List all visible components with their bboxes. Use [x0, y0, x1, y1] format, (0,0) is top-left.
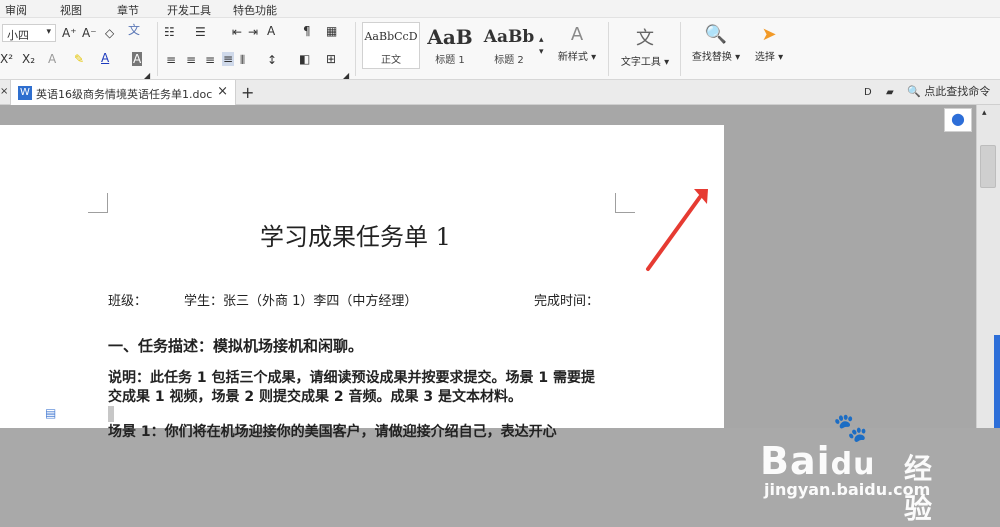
bullets-icon[interactable]: ☷ [164, 26, 175, 38]
align-right-icon[interactable]: ≡ [205, 54, 215, 66]
align-left-icon[interactable]: ≡ [166, 54, 176, 66]
menu-view[interactable]: 视图 [60, 2, 82, 18]
font-color-icon[interactable]: A [101, 52, 109, 64]
select-label: 选择 [754, 52, 775, 63]
crop-mark-top-right [615, 193, 635, 213]
outdent-icon[interactable]: ⇥ [248, 26, 258, 38]
phonetic-guide-icon[interactable]: 文 [128, 24, 140, 36]
document-title: 学习成果任务单 1 [260, 223, 451, 251]
menu-bar: 审阅 视图 章节 开发工具 特色功能 [0, 0, 1000, 18]
select-button[interactable]: ➤ 选择 ▾ [750, 24, 788, 72]
font-size-value: 小四 [7, 29, 29, 42]
line-spacing-icon[interactable]: ↕ [267, 54, 277, 66]
clear-format-icon[interactable]: ◇ [105, 27, 114, 39]
description-line-2: 交成果 1 视频，场景 2 则提交成果 2 音频。成果 3 是文本材料。 [108, 389, 522, 405]
decrease-font-icon[interactable]: A⁻ [82, 27, 97, 39]
baidu-brand: Baidu [760, 439, 876, 483]
style-normal[interactable]: AaBbCcD 正文 [362, 22, 420, 69]
document-canvas: 学习成果任务单 1 班级： 学生：张三（外商 1）李四（中方经理） 完成时间： … [0, 105, 1000, 525]
text-cursor-caret [108, 406, 114, 422]
styles-scroll-icon[interactable]: ▴ ▾ [539, 34, 544, 58]
side-panel-toggle[interactable] [994, 335, 1000, 428]
increase-font-icon[interactable]: A⁺ [62, 27, 77, 39]
document-tab-label: 英语16级商务情境英语任务单1.doc [36, 88, 213, 101]
shading-icon[interactable]: ◧ [299, 53, 310, 65]
command-search-hint: 点此查找命令 [924, 85, 991, 98]
style-heading-2-preview: AaBb [483, 27, 535, 47]
chevron-down-icon: ▾ [46, 27, 51, 37]
table-grid-icon[interactable]: ▦ [326, 25, 337, 37]
highlight-icon[interactable]: ✎ [74, 53, 84, 65]
menu-developer-tools[interactable]: 开发工具 [167, 2, 211, 18]
distributed-icon[interactable]: ⫴ [240, 54, 245, 66]
document-tab-bar: × W 英语16级商务情境英语任务单1.doc × + D ▰ 🔍 点此查找命令 [0, 80, 1000, 105]
paragraph-mark-icon[interactable]: ¶ [303, 25, 311, 37]
text-tools-button[interactable]: 文 文字工具 ▾ [614, 24, 676, 72]
page-layout-icon[interactable]: ▤ [45, 406, 56, 420]
find-replace-label: 查找替换 [691, 52, 732, 63]
baidu-experience-label: 经验 [904, 452, 933, 525]
crop-mark-top-left [88, 193, 108, 213]
section-heading: 一、任务描述：模拟机场接机和闲聊。 [108, 337, 364, 355]
style-normal-preview: AaBbCcD [364, 30, 418, 43]
style-heading-1-preview: AaB [427, 25, 473, 49]
cursor-icon: ➤ [761, 24, 777, 45]
new-style-icon: A [570, 24, 584, 45]
menu-special-features[interactable]: 特色功能 [233, 2, 277, 18]
text-effect-icon[interactable]: A [48, 53, 56, 65]
search-icon: 🔍 [907, 85, 921, 98]
scroll-thumb[interactable] [980, 145, 996, 188]
finish-time-label: 完成时间： [534, 294, 600, 309]
task-window-icon[interactable]: ▰ [886, 87, 894, 99]
document-tab[interactable]: W 英语16级商务情境英语任务单1.doc × [10, 80, 236, 105]
text-tools-label: 文字工具 [620, 57, 661, 68]
style-heading-1-label: 标题 1 [435, 55, 465, 66]
command-search[interactable]: 🔍 点此查找命令 [907, 83, 997, 101]
numbering-icon[interactable]: ☰ [195, 26, 206, 38]
new-tab-icon[interactable]: + [241, 83, 254, 102]
style-heading-2-label: 标题 2 [494, 55, 524, 66]
subscript-icon[interactable]: X₂ [22, 53, 35, 65]
close-tab-icon[interactable]: × [217, 84, 228, 99]
menu-review[interactable]: 审阅 [5, 2, 27, 18]
text-tools-icon: 文 [636, 28, 654, 49]
ribbon: 小四 ▾ A⁺ A⁻ ◇ 文 X² X₂ A ✎ A A ☷ ☰ ⇤ ⇥ A ¶… [0, 18, 1000, 80]
scroll-up-icon[interactable]: ▴ [982, 108, 987, 118]
description-line-1: 说明：此任务 1 包括三个成果，请细读预设成果并按要求提交。场景 1 需要提 [108, 370, 595, 386]
justify-icon[interactable]: ≡ [222, 52, 235, 66]
word-document-icon: W [18, 86, 32, 100]
font-size-select[interactable]: 小四 ▾ [2, 24, 56, 42]
location-pin-icon: ● [951, 109, 965, 128]
student-label: 学生：张三（外商 1）李四（中方经理） [184, 294, 418, 309]
menu-chapter[interactable]: 章节 [117, 2, 139, 18]
indent-icon[interactable]: ⇤ [232, 26, 242, 38]
class-label: 班级： [108, 294, 148, 309]
new-style-label: 新样式 [557, 52, 588, 63]
character-shading-icon[interactable]: A [132, 52, 143, 66]
document-page[interactable]: 学习成果任务单 1 班级： 学生：张三（外商 1）李四（中方经理） 完成时间： … [0, 125, 724, 440]
align-center-icon[interactable]: ≡ [186, 54, 196, 66]
superscript-icon[interactable]: X² [0, 53, 13, 65]
chinese-layout-icon[interactable]: A [267, 25, 275, 37]
borders-icon[interactable]: ⊞ [326, 53, 336, 65]
style-normal-label: 正文 [381, 55, 401, 66]
find-replace-icon: 🔍 [704, 24, 728, 45]
style-heading-1[interactable]: AaB 标题 1 [421, 22, 479, 69]
new-style-button[interactable]: A 新样式 ▾ [553, 24, 601, 72]
location-button[interactable]: ● [944, 108, 972, 132]
find-replace-button[interactable]: 🔍 查找替换 ▾ [686, 24, 746, 72]
style-heading-2[interactable]: AaBb 标题 2 [480, 22, 538, 69]
baidu-watermark-url: jingyan.baidu.com [764, 480, 931, 499]
partial-line: 场景 1：你们将在机场迎接你的美国客户，请做迎接介绍自己，表达开心 [108, 424, 557, 440]
document-manager-icon[interactable]: D [864, 87, 872, 99]
close-icon[interactable]: × [0, 86, 8, 98]
